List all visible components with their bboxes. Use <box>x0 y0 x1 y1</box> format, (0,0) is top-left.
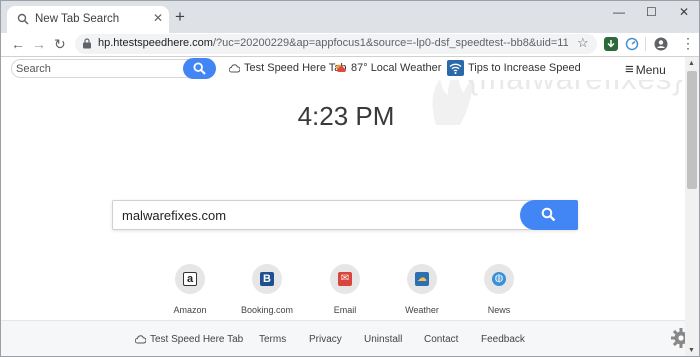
menu-button[interactable]: ≡ Menu <box>625 61 666 78</box>
tab-title: New Tab Search <box>35 13 120 25</box>
page-content: {malwarefixes} Test Speed Here Tab <box>1 56 699 356</box>
search-icon <box>541 207 556 222</box>
url-text: hp.htestspeedhere.com/?uc=20200229&ap=ap… <box>98 37 568 49</box>
weather-icon <box>336 64 346 73</box>
browser-toolbar: ← → ↻ hp.htestspeedhere.com/?uc=20200229… <box>1 33 699 56</box>
booking-icon: B <box>252 264 282 294</box>
tab-close-icon[interactable]: ✕ <box>153 11 163 25</box>
footer-link-feedback[interactable]: Feedback <box>481 334 525 345</box>
top-search <box>11 58 216 79</box>
forward-button[interactable]: → <box>32 34 46 54</box>
maximize-button[interactable]: ☐ <box>646 5 657 19</box>
footer-link-privacy[interactable]: Privacy <box>309 334 342 345</box>
top-search-input[interactable] <box>16 61 176 76</box>
search-icon <box>17 13 29 25</box>
globe-icon: ◍ <box>484 264 514 294</box>
main-search-button[interactable] <box>520 200 578 230</box>
lock-icon <box>83 38 91 49</box>
email-glyph: ✉ <box>338 272 352 286</box>
tile-label: Booking.com <box>240 305 294 315</box>
search-icon <box>193 62 206 75</box>
main-search <box>112 200 578 230</box>
extension-download-icon[interactable] <box>604 37 618 51</box>
tips-link[interactable]: Tips to Increase Speed <box>447 60 581 76</box>
star-icon[interactable]: ☆ <box>577 35 589 51</box>
browser-window: New Tab Search ✕ + — ☐ ✕ ← → ↻ hp.htests… <box>0 0 700 357</box>
clock: 4:23 PM <box>297 101 395 131</box>
extension-speed-icon[interactable] <box>625 37 639 51</box>
amazon-glyph: a <box>183 272 197 286</box>
reload-button[interactable]: ↻ <box>54 34 66 54</box>
main-search-input[interactable] <box>122 207 512 224</box>
url-path: /?uc=20200229&ap=appfocus1&source=-lp0-d… <box>212 37 568 49</box>
wifi-icon <box>447 60 464 76</box>
minimize-button[interactable]: — <box>613 5 625 19</box>
menu-label: Menu <box>635 63 666 77</box>
test-speed-link[interactable]: Test Speed Here Tab <box>229 62 347 74</box>
footer-link-test-speed[interactable]: Test Speed Here Tab <box>134 334 244 345</box>
weather-glyph: ☁ <box>415 272 429 286</box>
tile-booking[interactable]: B Booking.com <box>232 264 302 315</box>
profile-icon[interactable] <box>654 37 668 51</box>
booking-glyph: B <box>260 272 274 286</box>
new-tab-button[interactable]: + <box>175 8 185 25</box>
toolbar-divider <box>645 37 646 51</box>
tile-label: Email <box>333 305 357 315</box>
kebab-menu-icon[interactable]: ⋮ <box>681 33 695 53</box>
cloud-speed-icon <box>134 335 147 344</box>
back-button[interactable]: ← <box>11 34 25 54</box>
scroll-up-arrow-icon[interactable]: ▲ <box>688 60 695 67</box>
test-speed-link-label: Test Speed Here Tab <box>244 62 347 74</box>
footer-link-uninstall[interactable]: Uninstall <box>364 334 402 345</box>
tile-email[interactable]: ✉ Email <box>310 264 380 315</box>
page-scrollbar[interactable]: ▲ ▼ <box>685 57 699 356</box>
tab-new-tab-search[interactable]: New Tab Search ✕ <box>7 6 169 33</box>
local-weather-label: 87° Local Weather <box>351 62 442 74</box>
close-window-button[interactable]: ✕ <box>679 5 689 19</box>
cloud-speed-icon <box>229 63 240 73</box>
tile-news[interactable]: ◍ News <box>464 264 534 315</box>
amazon-icon: a <box>175 264 205 294</box>
local-weather-link[interactable]: 87° Local Weather <box>335 62 441 74</box>
scrollbar-thumb[interactable] <box>687 71 697 189</box>
scroll-down-arrow-icon[interactable]: ▼ <box>688 347 695 354</box>
footer-link-terms[interactable]: Terms <box>259 334 286 345</box>
top-bar: Test Speed Here Tab 87° Local Weather Ti… <box>1 57 685 80</box>
tab-strip: New Tab Search ✕ + — ☐ ✕ <box>1 1 699 33</box>
tile-label: Amazon <box>173 305 207 315</box>
footer: Test Speed Here Tab Terms Privacy Uninst… <box>1 320 685 356</box>
top-search-button[interactable] <box>183 58 216 79</box>
tile-label: News <box>487 305 511 315</box>
footer-link-contact[interactable]: Contact <box>424 334 458 345</box>
news-glyph: ◍ <box>492 272 506 286</box>
email-icon: ✉ <box>330 264 360 294</box>
address-bar[interactable]: hp.htestspeedhere.com/?uc=20200229&ap=ap… <box>75 34 597 54</box>
tile-amazon[interactable]: a Amazon <box>155 264 225 315</box>
weather-icon: ☁ <box>407 264 437 294</box>
footer-link-label: Test Speed Here Tab <box>150 334 244 345</box>
tips-link-label: Tips to Increase Speed <box>468 61 581 74</box>
tile-label: Weather <box>405 305 439 315</box>
hamburger-icon: ≡ <box>625 61 634 78</box>
url-host: hp.htestspeedhere.com <box>98 37 213 49</box>
tile-weather[interactable]: ☁ Weather <box>387 264 457 315</box>
